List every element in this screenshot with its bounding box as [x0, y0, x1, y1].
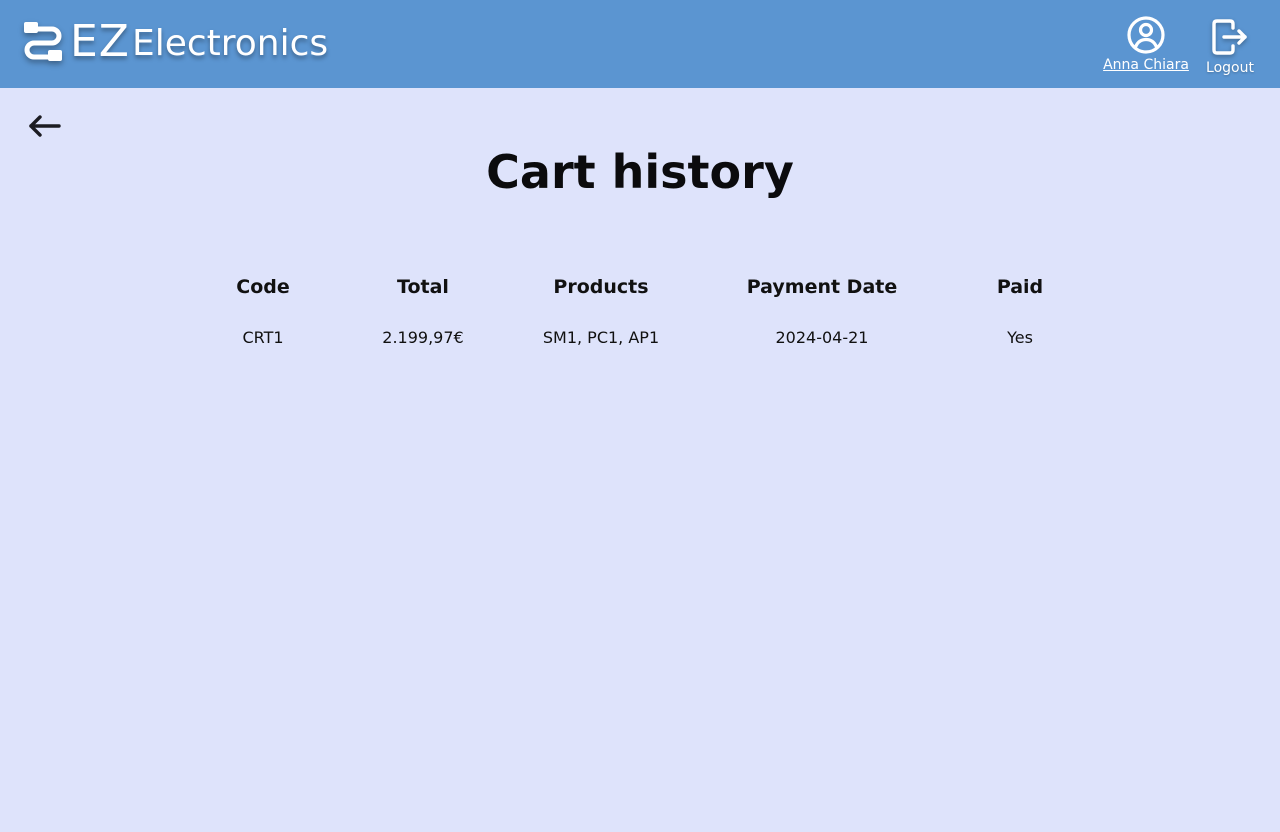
user-profile-link[interactable]: Anna Chiara	[1098, 12, 1194, 78]
cell-products: SM1, PC1, AP1	[542, 327, 660, 347]
cell-total: 2.199,97€	[382, 327, 464, 347]
column-header-paid: Paid	[996, 276, 1044, 298]
arrow-left-icon	[29, 115, 61, 137]
brand-logo-link[interactable]: EZ Electronics	[22, 14, 328, 70]
back-button[interactable]	[26, 110, 64, 142]
logout-button[interactable]: Logout	[1202, 14, 1258, 78]
column-header-payment-date: Payment Date	[746, 276, 898, 298]
logout-icon	[1212, 19, 1247, 55]
cable-logo-icon	[24, 22, 62, 61]
column-header-products: Products	[553, 276, 649, 298]
top-navbar: EZ Electronics Anna Chiara Logout	[0, 0, 1280, 88]
cell-payment-date: 2024-04-21	[775, 327, 869, 347]
cart-history-table: Code Total Products Payment Date Paid CR…	[200, 265, 1078, 365]
user-name-link[interactable]: Anna Chiara	[1098, 57, 1194, 73]
page-title: Cart history	[486, 145, 794, 199]
brand-name-electronics: Electronics	[131, 23, 329, 64]
cell-code: CRT1	[242, 327, 284, 347]
cell-paid: Yes	[1007, 327, 1033, 347]
column-header-code: Code	[236, 276, 290, 298]
logout-label[interactable]: Logout	[1202, 60, 1258, 76]
brand-name-ez: EZ	[70, 16, 130, 67]
table-header-row: Code Total Products Payment Date Paid	[200, 265, 1078, 309]
column-header-total: Total	[397, 276, 449, 298]
user-circle-icon	[1127, 16, 1165, 54]
table-row: CRT1 2.199,97€ SM1, PC1, AP1 2024-04-21 …	[200, 309, 1078, 365]
